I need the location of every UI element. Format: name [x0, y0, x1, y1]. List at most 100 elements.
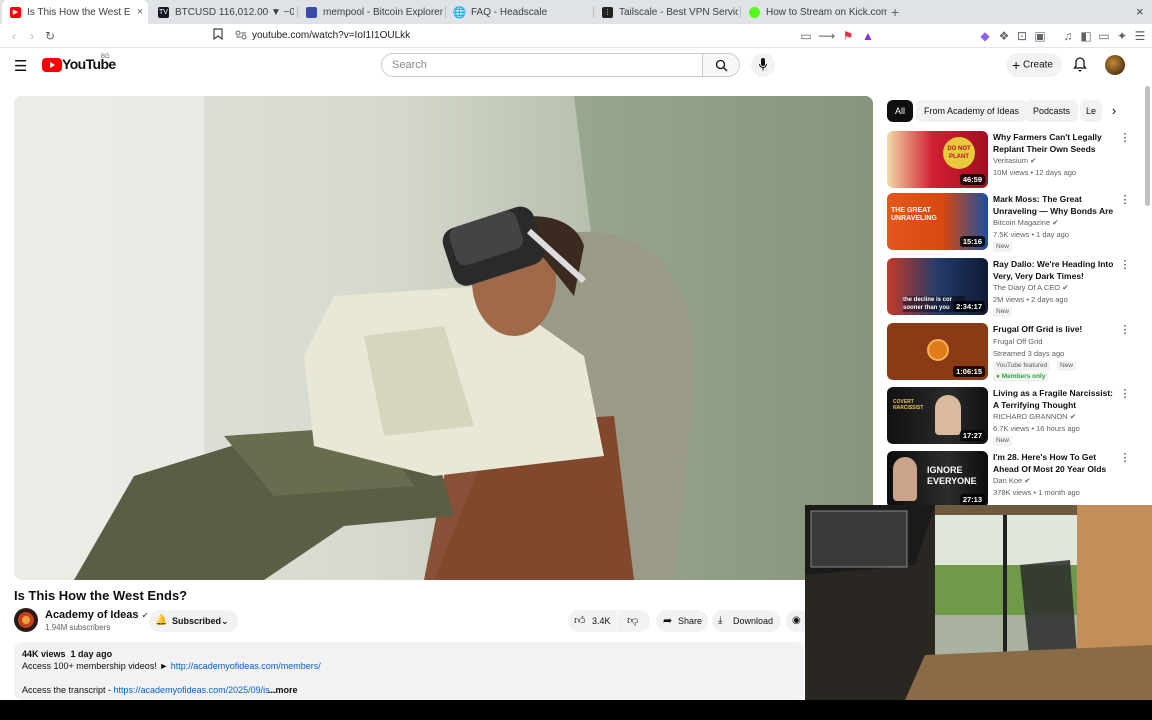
forward-icon[interactable]: › [24, 28, 40, 44]
share-button[interactable]: ➦ Share [656, 610, 708, 632]
more-actions-icon[interactable]: ⋮ [1119, 451, 1131, 464]
youtube-logo-icon[interactable] [42, 58, 62, 72]
recommendation-channel[interactable]: Frugal Off Grid [993, 337, 1042, 346]
thanks-button[interactable]: ◉ [786, 610, 806, 632]
new-tab-button[interactable]: + [891, 4, 899, 20]
recommendation-title[interactable]: Mark Moss: The Great Unraveling — Why Bo… [993, 193, 1117, 217]
voice-search-button[interactable] [751, 53, 775, 77]
more-description-button[interactable]: ...more [268, 685, 298, 695]
leo-ai-icon[interactable]: ✦ [1114, 28, 1130, 44]
sidebar-icon[interactable]: ◧ [1078, 28, 1094, 44]
bookmark-icon[interactable] [210, 28, 226, 44]
description-text: Access the transcript - [22, 685, 114, 695]
recommendation-channel[interactable]: Dan Koe ✔ [993, 476, 1031, 485]
tab-title: FAQ - Headscale [471, 6, 548, 18]
recommendation-item[interactable]: IGNORE EVERYONE 27:13 I'm 28. Here's How… [887, 451, 1137, 509]
more-actions-icon[interactable]: ⋮ [1119, 131, 1131, 144]
verified-check-icon: ✔ [1024, 476, 1031, 485]
page-scrollbar[interactable] [1145, 86, 1150, 206]
address-bar[interactable]: youtube.com/watch?v=IoI1I1OULkk [252, 28, 410, 44]
video-thumbnail[interactable]: THE GREAT UNRAVELING 15:16 [887, 193, 988, 250]
recommendation-item[interactable]: THE GREAT UNRAVELING 15:16 Mark Moss: Th… [887, 193, 1137, 252]
browser-tab-mempool[interactable]: mempool - Bitcoin Explorer [298, 0, 444, 24]
browser-tab-kick[interactable]: How to Stream on Kick.com | [741, 0, 887, 24]
search-button[interactable] [702, 53, 740, 77]
description-box[interactable]: 44K views 1 day ago Access 100+ membersh… [14, 642, 804, 700]
channel-name-text: Academy of Ideas [45, 609, 139, 621]
thumbnail-caption: THE GREAT UNRAVELING [891, 207, 937, 222]
music-icon[interactable]: ♫ [1060, 28, 1076, 44]
chips-next-arrow-icon[interactable]: › [1106, 100, 1122, 122]
extension-box-icon[interactable]: ▣ [1032, 28, 1048, 44]
tradingview-favicon-icon: TV [158, 6, 169, 18]
share-page-icon[interactable]: ⟶ [818, 28, 835, 44]
create-button[interactable]: + Create [1006, 53, 1062, 77]
recommendation-item[interactable]: the decline is cor sooner than you 2:34:… [887, 258, 1137, 317]
video-duration: 2:34:17 [953, 301, 985, 312]
cast-icon[interactable]: ▭ [798, 28, 814, 44]
chip-all[interactable]: All [887, 100, 914, 122]
download-button[interactable]: ⤓ Download [712, 610, 781, 632]
thumbnail-person [935, 395, 961, 435]
brave-shield-icon[interactable]: ⚑ [840, 28, 856, 44]
membership-link[interactable]: http://academyofideas.com/members/ [171, 661, 321, 671]
channel-avatar[interactable] [14, 608, 38, 632]
recommendation-channel[interactable]: The Diary Of A CEO ✔ [993, 283, 1069, 292]
browser-tab-youtube[interactable]: ▶ Is This How the West E × [2, 0, 148, 24]
extension-puzzle-icon[interactable]: ❖ [996, 28, 1012, 44]
recommendation-channel[interactable]: Bitcoin Magazine ✔ [993, 218, 1059, 227]
more-actions-icon[interactable]: ⋮ [1119, 387, 1131, 400]
menu-icon[interactable]: ☰ [1132, 28, 1148, 44]
user-avatar[interactable] [1105, 55, 1125, 75]
browser-tab-headscale[interactable]: 🌐 FAQ - Headscale [446, 0, 592, 24]
brave-rewards-icon[interactable]: ▲ [860, 28, 876, 44]
media-icon[interactable]: ⊡ [1014, 28, 1030, 44]
browser-tab-tailscale[interactable]: ⋮ Tailscale - Best VPN Service f [594, 0, 738, 24]
search-input[interactable]: Search [381, 53, 703, 77]
chip-partial[interactable]: Le [1080, 100, 1102, 122]
recommendation-title[interactable]: Living as a Fragile Narcissist: A Terrif… [993, 387, 1117, 411]
chip-podcasts[interactable]: Podcasts [1025, 100, 1079, 122]
site-settings-icon[interactable] [233, 28, 249, 44]
notifications-bell-icon[interactable] [1073, 57, 1087, 77]
verified-check-icon: ✔ [1062, 283, 1069, 292]
recommendation-title[interactable]: Frugal Off Grid is live! [993, 323, 1117, 335]
transcript-link[interactable]: https://academyofideas.com/2025/09/is... [114, 685, 278, 695]
browser-tab-btcusd[interactable]: TV BTCUSD 116,012.00 ▼ −0.7% [150, 0, 294, 24]
more-actions-icon[interactable]: ⋮ [1119, 323, 1131, 336]
subscribed-label: Subscribed [172, 616, 222, 626]
chip-from-academy-of-ideas[interactable]: From Academy of Ideas [916, 100, 1028, 122]
video-thumbnail[interactable]: 1:06:15 [887, 323, 988, 380]
video-thumbnail[interactable]: COVERT NARCISSIST 17:27 [887, 387, 988, 444]
recommendation-item[interactable]: 1:06:15 Frugal Off Grid is live! Frugal … [887, 323, 1137, 382]
new-badge: New [1057, 361, 1077, 371]
video-thumbnail[interactable]: DO NOT PLANT 46:59 [887, 131, 988, 188]
recommendation-item[interactable]: COVERT NARCISSIST 17:27 Living as a Frag… [887, 387, 1137, 446]
subscribed-button[interactable]: 🔔 Subscribed ⌄ [149, 610, 238, 632]
like-count: 3.4K [592, 616, 611, 626]
channel-name[interactable]: Academy of Ideas ✔ [45, 609, 148, 621]
more-actions-icon[interactable]: ⋮ [1119, 258, 1131, 271]
recommendation-title[interactable]: I'm 28. Here's How To Get Ahead Of Most … [993, 451, 1117, 475]
reload-icon[interactable]: ↻ [42, 28, 58, 44]
back-icon[interactable]: ‹ [6, 28, 22, 44]
recommendation-item[interactable]: DO NOT PLANT 46:59 Why Farmers Can't Leg… [887, 131, 1137, 189]
extension-icon[interactable]: ◆ [977, 28, 993, 44]
like-button[interactable]: 👍︎ 3.4K [568, 610, 617, 632]
video-thumbnail[interactable]: the decline is cor sooner than you 2:34:… [887, 258, 988, 315]
tab-title: Is This How the West E [27, 6, 131, 18]
video-thumbnail[interactable]: IGNORE EVERYONE 27:13 [887, 451, 988, 508]
video-player[interactable] [14, 96, 873, 580]
hamburger-menu-icon[interactable]: ☰ [14, 57, 27, 75]
close-window-icon[interactable]: × [1136, 4, 1144, 19]
more-actions-icon[interactable]: ⋮ [1119, 193, 1131, 206]
close-tab-icon[interactable]: × [132, 6, 148, 18]
recommendation-title[interactable]: Why Farmers Can't Legally Replant Their … [993, 131, 1117, 155]
recommendation-channel[interactable]: Veritasium ✔ [993, 156, 1036, 165]
tailscale-favicon-icon: ⋮ [602, 6, 613, 18]
recommendation-channel[interactable]: RICHARD GRANNON ✔ [993, 412, 1076, 421]
wallet-icon[interactable]: ▭ [1096, 28, 1112, 44]
verified-check-icon: ✔ [1052, 218, 1059, 227]
dislike-button[interactable]: 👎︎ [618, 610, 650, 632]
recommendation-title[interactable]: Ray Dalio: We're Heading Into Very, Very… [993, 258, 1117, 282]
